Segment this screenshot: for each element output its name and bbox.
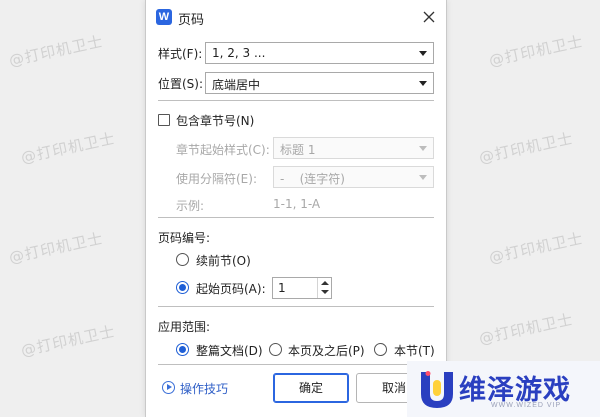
divider [158, 306, 434, 307]
dialog-titlebar: W 页码 [146, 0, 446, 34]
chapter-style-label: 章节起始样式(C): [176, 143, 270, 157]
include-chapter-label: 包含章节号(N) [176, 114, 255, 128]
brand-url: WWW.WIZED VIP [491, 402, 562, 409]
page-number-dialog: W 页码 样式(F): 1, 2, 3 ... 位置(S): 底端居中 包含章节… [145, 0, 447, 417]
divider [158, 217, 434, 218]
position-label: 位置(S): [158, 77, 204, 91]
chevron-down-icon [419, 146, 427, 151]
continue-radio[interactable] [176, 253, 189, 266]
position-select[interactable]: 底端居中 [205, 72, 434, 94]
play-circle-icon[interactable] [162, 381, 175, 394]
start-at-label: 起始页码(A): [196, 282, 266, 296]
arrow-up-icon[interactable] [321, 281, 329, 285]
stepper-buttons[interactable] [317, 278, 331, 298]
start-page-value: 1 [278, 281, 286, 295]
chapter-style-select[interactable]: 标题 1 [273, 137, 434, 159]
example-label: 示例: [176, 199, 205, 213]
gamepad-logo-icon [421, 371, 453, 408]
apply-group-label: 应用范围: [158, 320, 211, 334]
separator-label: 使用分隔符(E): [176, 172, 257, 186]
dialog-title: 页码 [178, 13, 205, 28]
style-label: 样式(F): [158, 47, 203, 61]
watermark: @打印机卫士 [487, 32, 585, 70]
chapter-style-value: 标题 1 [280, 143, 316, 157]
watermark: @打印机卫士 [7, 32, 105, 70]
wps-writer-icon: W [156, 9, 172, 25]
apply-this-after-radio[interactable] [269, 343, 282, 356]
separator-select[interactable]: - (连字符) [273, 166, 434, 188]
watermark: @打印机卫士 [477, 129, 575, 167]
arrow-down-icon[interactable] [321, 290, 329, 294]
position-select-value: 底端居中 [212, 78, 261, 92]
chevron-down-icon [419, 175, 427, 180]
chevron-down-icon [419, 81, 427, 86]
apply-whole-label: 整篇文档(D) [196, 344, 263, 358]
apply-this-after-label: 本页及之后(P) [288, 344, 365, 358]
separator-value: - (连字符) [280, 172, 345, 186]
close-icon [423, 11, 435, 23]
watermark: @打印机卫士 [19, 129, 117, 167]
style-select[interactable]: 1, 2, 3 ... [205, 42, 434, 64]
apply-whole-radio[interactable] [176, 343, 189, 356]
divider [158, 364, 434, 365]
watermark: @打印机卫士 [477, 310, 575, 348]
apply-section-radio[interactable] [374, 343, 387, 356]
close-button[interactable] [418, 6, 440, 28]
start-page-stepper[interactable]: 1 [272, 277, 332, 299]
start-at-radio[interactable] [176, 281, 189, 294]
divider [158, 100, 434, 101]
tips-link[interactable]: 操作技巧 [180, 380, 228, 397]
numbering-group-label: 页码编号: [158, 231, 211, 245]
chevron-down-icon [419, 51, 427, 56]
continue-label: 续前节(O) [196, 254, 251, 268]
watermark: @打印机卫士 [19, 322, 117, 360]
site-logo: 维泽游戏 WWW.WIZED VIP [407, 361, 600, 417]
ok-button[interactable]: 确定 [273, 373, 349, 403]
watermark: @打印机卫士 [7, 229, 105, 267]
style-select-value: 1, 2, 3 ... [212, 46, 266, 60]
apply-section-label: 本节(T) [394, 344, 435, 358]
include-chapter-checkbox[interactable] [158, 114, 170, 126]
watermark: @打印机卫士 [487, 229, 585, 267]
example-value: 1-1, 1-A [273, 197, 321, 211]
